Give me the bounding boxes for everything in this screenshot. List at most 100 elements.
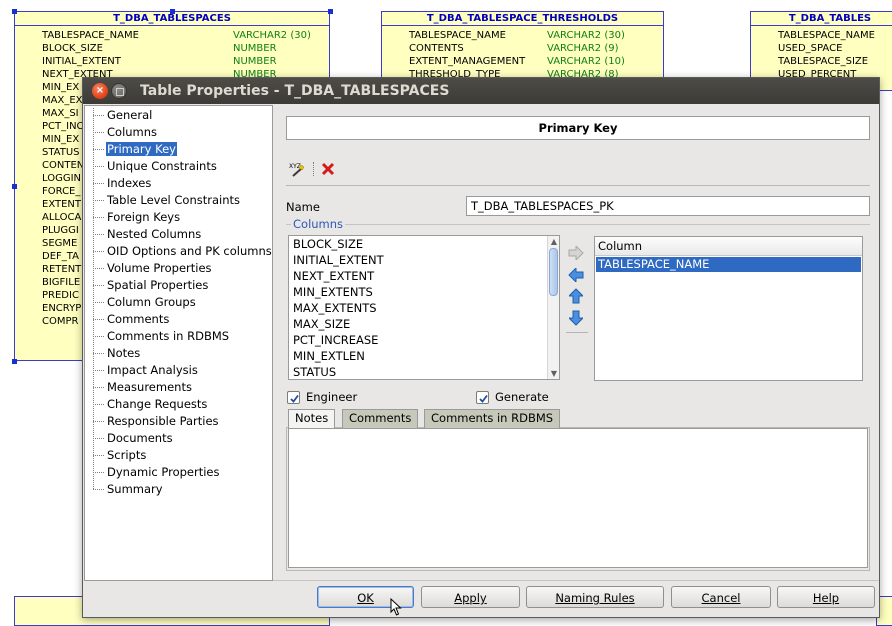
entity-title: T_DBA_TABLESPACES <box>15 12 329 26</box>
name-label: Name <box>286 200 320 214</box>
nav-item-label: Volume Properties <box>107 261 212 275</box>
entity-column-name: TABLESPACE_SIZE <box>778 56 869 67</box>
rename-wand-icon[interactable]: XYZ <box>288 160 306 178</box>
entity-column-name: PREDIC <box>42 290 79 301</box>
available-column-item[interactable]: MIN_EXTLEN <box>293 348 365 364</box>
tab-comments-in-rdbms[interactable]: Comments in RDBMS <box>424 409 561 428</box>
engineer-label: Engineer <box>306 390 358 404</box>
engineer-checkbox[interactable]: Engineer <box>287 390 357 404</box>
entity-column-row: CONTENTS VARCHAR2 (9) <box>382 42 663 55</box>
checkbox-box[interactable] <box>287 390 300 404</box>
available-columns-list[interactable]: BLOCK_SIZE INITIAL_EXTENT NEXT_EXTENT MIN_E… <box>288 235 560 380</box>
available-column-item[interactable]: STATUS <box>293 364 336 379</box>
nav-item-change-requests[interactable]: Change Requests <box>93 397 208 414</box>
title-bar[interactable]: × Table Properties - T_DBA_TABLESPACES <box>83 78 879 104</box>
available-column-item[interactable]: MIN_EXTENTS <box>293 284 373 300</box>
nav-item-column-groups[interactable]: Column Groups <box>93 295 197 312</box>
nav-item-label: Unique Constraints <box>107 159 217 173</box>
scroll-down-icon[interactable]: ▼ <box>548 368 559 379</box>
scroll-thumb[interactable] <box>549 248 558 296</box>
nav-item-summary[interactable]: Summary <box>93 482 164 499</box>
column-header[interactable]: Column <box>595 237 862 256</box>
entity-column-name: CONTEN <box>42 160 85 171</box>
nav-item-spatial-properties[interactable]: Spatial Properties <box>93 278 209 295</box>
nav-item-comments[interactable]: Comments <box>93 312 170 329</box>
move-right-icon[interactable] <box>567 244 585 262</box>
columns-group-border <box>286 224 870 225</box>
nav-item-general[interactable]: General <box>93 108 153 125</box>
help-button-label: Help <box>812 591 840 605</box>
available-column-item[interactable]: PCT_INCREASE <box>293 332 378 348</box>
available-column-item[interactable]: NEXT_EXTENT <box>293 268 374 284</box>
cancel-button[interactable]: Cancel <box>671 586 771 608</box>
entity-column-name: EXTENT <box>42 199 82 210</box>
nav-item-volume-properties[interactable]: Volume Properties <box>93 261 213 278</box>
naming-rules-button[interactable]: Naming Rules <box>526 586 664 608</box>
entity-column-name: COMPR <box>42 316 79 327</box>
nav-item-notes[interactable]: Notes <box>93 346 141 363</box>
nav-item-table-level-constraints[interactable]: Table Level Constraints <box>93 193 241 210</box>
minimize-icon[interactable] <box>111 83 127 99</box>
move-left-icon[interactable] <box>567 266 585 284</box>
move-down-icon[interactable] <box>567 309 585 327</box>
nav-item-foreign-keys[interactable]: Foreign Keys <box>93 210 181 227</box>
scroll-up-icon[interactable]: ▲ <box>548 236 559 247</box>
close-icon[interactable]: × <box>92 83 108 99</box>
apply-button[interactable]: Apply <box>421 586 520 608</box>
generate-checkbox[interactable]: Generate <box>476 390 549 404</box>
notes-textarea[interactable] <box>288 428 868 568</box>
selection-handle[interactable] <box>12 184 17 189</box>
entity-column-name: MIN_EX <box>42 134 80 145</box>
nav-item-label: Scripts <box>107 448 147 462</box>
entity-column-name: TABLESPACE_NAME <box>42 30 139 41</box>
nav-item-scripts[interactable]: Scripts <box>93 448 147 465</box>
available-column-item[interactable]: MAX_SIZE <box>293 316 350 332</box>
nav-item-responsible-parties[interactable]: Responsible Parties <box>93 414 220 431</box>
selection-handle[interactable] <box>12 359 17 364</box>
tab-notes[interactable]: Notes <box>288 409 336 429</box>
delete-icon[interactable] <box>319 160 337 178</box>
property-navigation-tree[interactable]: General Columns Primary Key Unique Constrai… <box>84 105 273 581</box>
entity-column-row: TABLESPACE_NAME VARCHAR2 (30) <box>15 29 329 42</box>
nav-item-label: Comments <box>107 312 170 326</box>
selection-handle[interactable] <box>12 9 17 14</box>
selected-column-row[interactable]: TABLESPACE_NAME <box>596 257 861 272</box>
nav-item-label: Dynamic Properties <box>107 465 220 479</box>
available-column-item[interactable]: BLOCK_SIZE <box>293 236 363 252</box>
available-column-item[interactable]: MAX_EXTENTS <box>293 300 377 316</box>
nav-item-unique-constraints[interactable]: Unique Constraints <box>93 159 218 176</box>
entity-column-name: ENCRYP <box>42 303 82 314</box>
move-up-icon[interactable] <box>567 287 585 305</box>
entity-column-name: PLUGGI <box>42 225 79 236</box>
available-column-item[interactable]: INITIAL_EXTENT <box>293 252 384 268</box>
nav-item-label: Measurements <box>107 380 192 394</box>
nav-item-nested-columns[interactable]: Nested Columns <box>93 227 202 244</box>
table-properties-dialog: × Table Properties - T_DBA_TABLESPACES G… <box>82 77 880 618</box>
selected-columns-list[interactable]: Column TABLESPACE_NAME <box>594 236 863 381</box>
help-button[interactable]: Help <box>777 586 875 608</box>
nav-item-label: Documents <box>107 431 173 445</box>
selection-handle[interactable] <box>328 9 333 14</box>
entity-column-name: MIN_EX <box>42 82 80 93</box>
entity-column-row: TABLESPACE_NAME <box>751 29 892 42</box>
nav-item-comments-in-rdbms[interactable]: Comments in RDBMS <box>93 329 230 346</box>
generate-label: Generate <box>495 390 549 404</box>
nav-item-indexes[interactable]: Indexes <box>93 176 152 193</box>
name-input[interactable]: T_DBA_TABLESPACES_PK <box>466 196 870 216</box>
selection-handle[interactable] <box>170 9 175 14</box>
vertical-scrollbar[interactable]: ▲ ▼ <box>547 236 559 379</box>
nav-item-measurements[interactable]: Measurements <box>93 380 193 397</box>
checkbox-box[interactable] <box>476 390 489 404</box>
nav-item-impact-analysis[interactable]: Impact Analysis <box>93 363 199 380</box>
entity-column-row: USED_SPACE <box>751 42 892 55</box>
entity-column-type: VARCHAR2 (9) <box>547 43 619 54</box>
tab-comments[interactable]: Comments <box>342 409 419 428</box>
nav-item-oid-options-and-pk-columns[interactable]: OID Options and PK columns <box>93 244 273 261</box>
entity-column-name: DEF_TA <box>42 251 79 262</box>
nav-item-documents[interactable]: Documents <box>93 431 174 448</box>
entity-column-name: TABLESPACE_NAME <box>778 30 875 41</box>
nav-item-dynamic-properties[interactable]: Dynamic Properties <box>93 465 221 482</box>
nav-item-columns[interactable]: Columns <box>93 125 158 142</box>
entity-column-name: TABLESPACE_NAME <box>409 30 506 41</box>
nav-item-primary-key[interactable]: Primary Key <box>93 142 177 159</box>
